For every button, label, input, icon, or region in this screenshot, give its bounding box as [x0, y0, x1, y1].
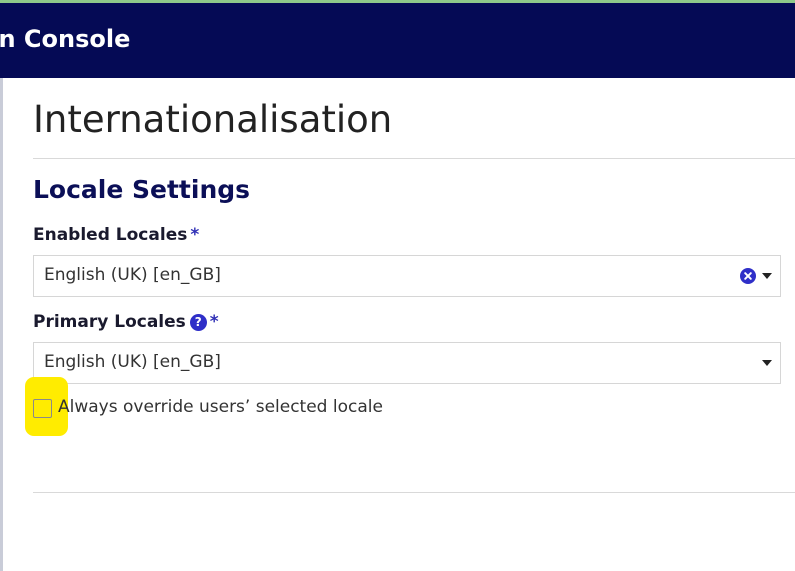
- required-marker: *: [209, 312, 219, 332]
- app-header: on Console: [0, 3, 795, 78]
- caret-down-icon[interactable]: [762, 360, 772, 366]
- caret-down-icon[interactable]: [762, 273, 772, 279]
- primary-locales-value: English (UK) [en_GB]: [44, 352, 221, 372]
- times-circle-icon[interactable]: [740, 268, 756, 284]
- required-marker: *: [190, 225, 200, 245]
- section-title: Locale Settings: [33, 175, 251, 204]
- override-locale-label[interactable]: Always override users’ selected locale: [58, 397, 383, 417]
- primary-locales-label-text: Primary Locales: [33, 312, 186, 332]
- app-title: on Console: [0, 25, 131, 53]
- override-locale-checkbox[interactable]: [33, 399, 52, 418]
- primary-locales-label: Primary Locales? *: [33, 312, 219, 332]
- enabled-locales-label: Enabled Locales *: [33, 225, 199, 245]
- question-circle-icon[interactable]: ?: [189, 314, 207, 331]
- left-border: [0, 78, 3, 571]
- enabled-locales-label-text: Enabled Locales: [33, 225, 188, 245]
- enabled-locales-value: English (UK) [en_GB]: [44, 265, 221, 285]
- enabled-locales-select[interactable]: English (UK) [en_GB]: [33, 255, 781, 297]
- primary-locales-select[interactable]: English (UK) [en_GB]: [33, 342, 781, 384]
- bottom-divider: [33, 492, 795, 493]
- title-divider: [33, 158, 795, 159]
- page-title: Internationalisation: [33, 98, 393, 141]
